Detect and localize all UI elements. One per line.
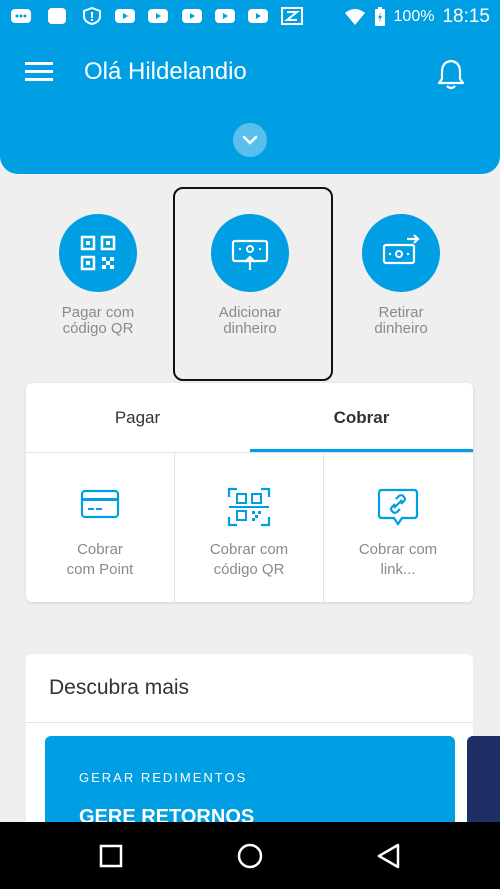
clock-time: 18:15 (442, 6, 490, 27)
discover-divider (26, 722, 473, 723)
youtube-icon (115, 9, 135, 23)
chevron-down-icon (242, 135, 258, 145)
back-icon[interactable] (375, 842, 403, 870)
system-nav-bar (0, 822, 500, 889)
payments-card: Pagar Cobrar Cobrar com Point Cobrar com… (26, 383, 473, 602)
hamburger-menu-icon[interactable] (25, 61, 53, 83)
charge-with-qr-tile[interactable]: Cobrar com código QR (175, 453, 323, 602)
chat-icon (11, 9, 31, 23)
promo-kicker: GERAR REDIMENTOS (79, 770, 248, 785)
active-tab-indicator (250, 449, 473, 452)
pay-with-qr-label: Pagar com código QR (61, 304, 135, 337)
withdraw-money-action[interactable]: Retirar dinheiro (331, 214, 471, 337)
battery-charging-icon (374, 7, 385, 26)
youtube-icon (182, 9, 202, 23)
status-bar: 100% 18:15 (0, 0, 500, 33)
charge-with-link-label: Cobrar com link... (358, 541, 438, 578)
qr-scan-icon (227, 487, 271, 527)
charge-with-qr-label: Cobrar com código QR (209, 541, 289, 578)
notification-icon (48, 8, 66, 24)
qr-code-icon (80, 235, 116, 271)
charge-with-point-label: Cobrar com Point (66, 541, 134, 578)
shield-icon (83, 7, 101, 25)
withdraw-money-icon (382, 234, 420, 265)
z-app-icon (281, 7, 303, 25)
charge-with-link-tile[interactable]: Cobrar com link... (324, 453, 472, 602)
recent-apps-icon[interactable] (97, 842, 125, 870)
app-header: Olá Hildelandio (0, 33, 500, 174)
wifi-icon (344, 9, 365, 25)
link-icon (377, 488, 419, 526)
expand-button[interactable] (233, 123, 267, 157)
tab-pagar[interactable]: Pagar (26, 383, 249, 453)
card-icon (80, 489, 120, 519)
withdraw-money-label: Retirar dinheiro (374, 304, 428, 337)
battery-level: 100% (393, 8, 435, 25)
tab-cobrar[interactable]: Cobrar (250, 383, 473, 453)
bell-icon[interactable] (436, 58, 466, 92)
youtube-icon (215, 9, 235, 23)
youtube-icon (248, 9, 268, 23)
pay-with-qr-action[interactable]: Pagar com código QR (28, 214, 168, 337)
withdraw-money-button[interactable] (362, 214, 440, 292)
highlight-box (173, 187, 333, 381)
greeting-title: Olá Hildelandio (84, 58, 247, 85)
youtube-icon (148, 9, 168, 23)
home-icon[interactable] (236, 842, 264, 870)
charge-with-point-tile[interactable]: Cobrar com Point (26, 453, 174, 602)
discover-title: Descubra mais (49, 676, 190, 699)
qr-code-button[interactable] (59, 214, 137, 292)
